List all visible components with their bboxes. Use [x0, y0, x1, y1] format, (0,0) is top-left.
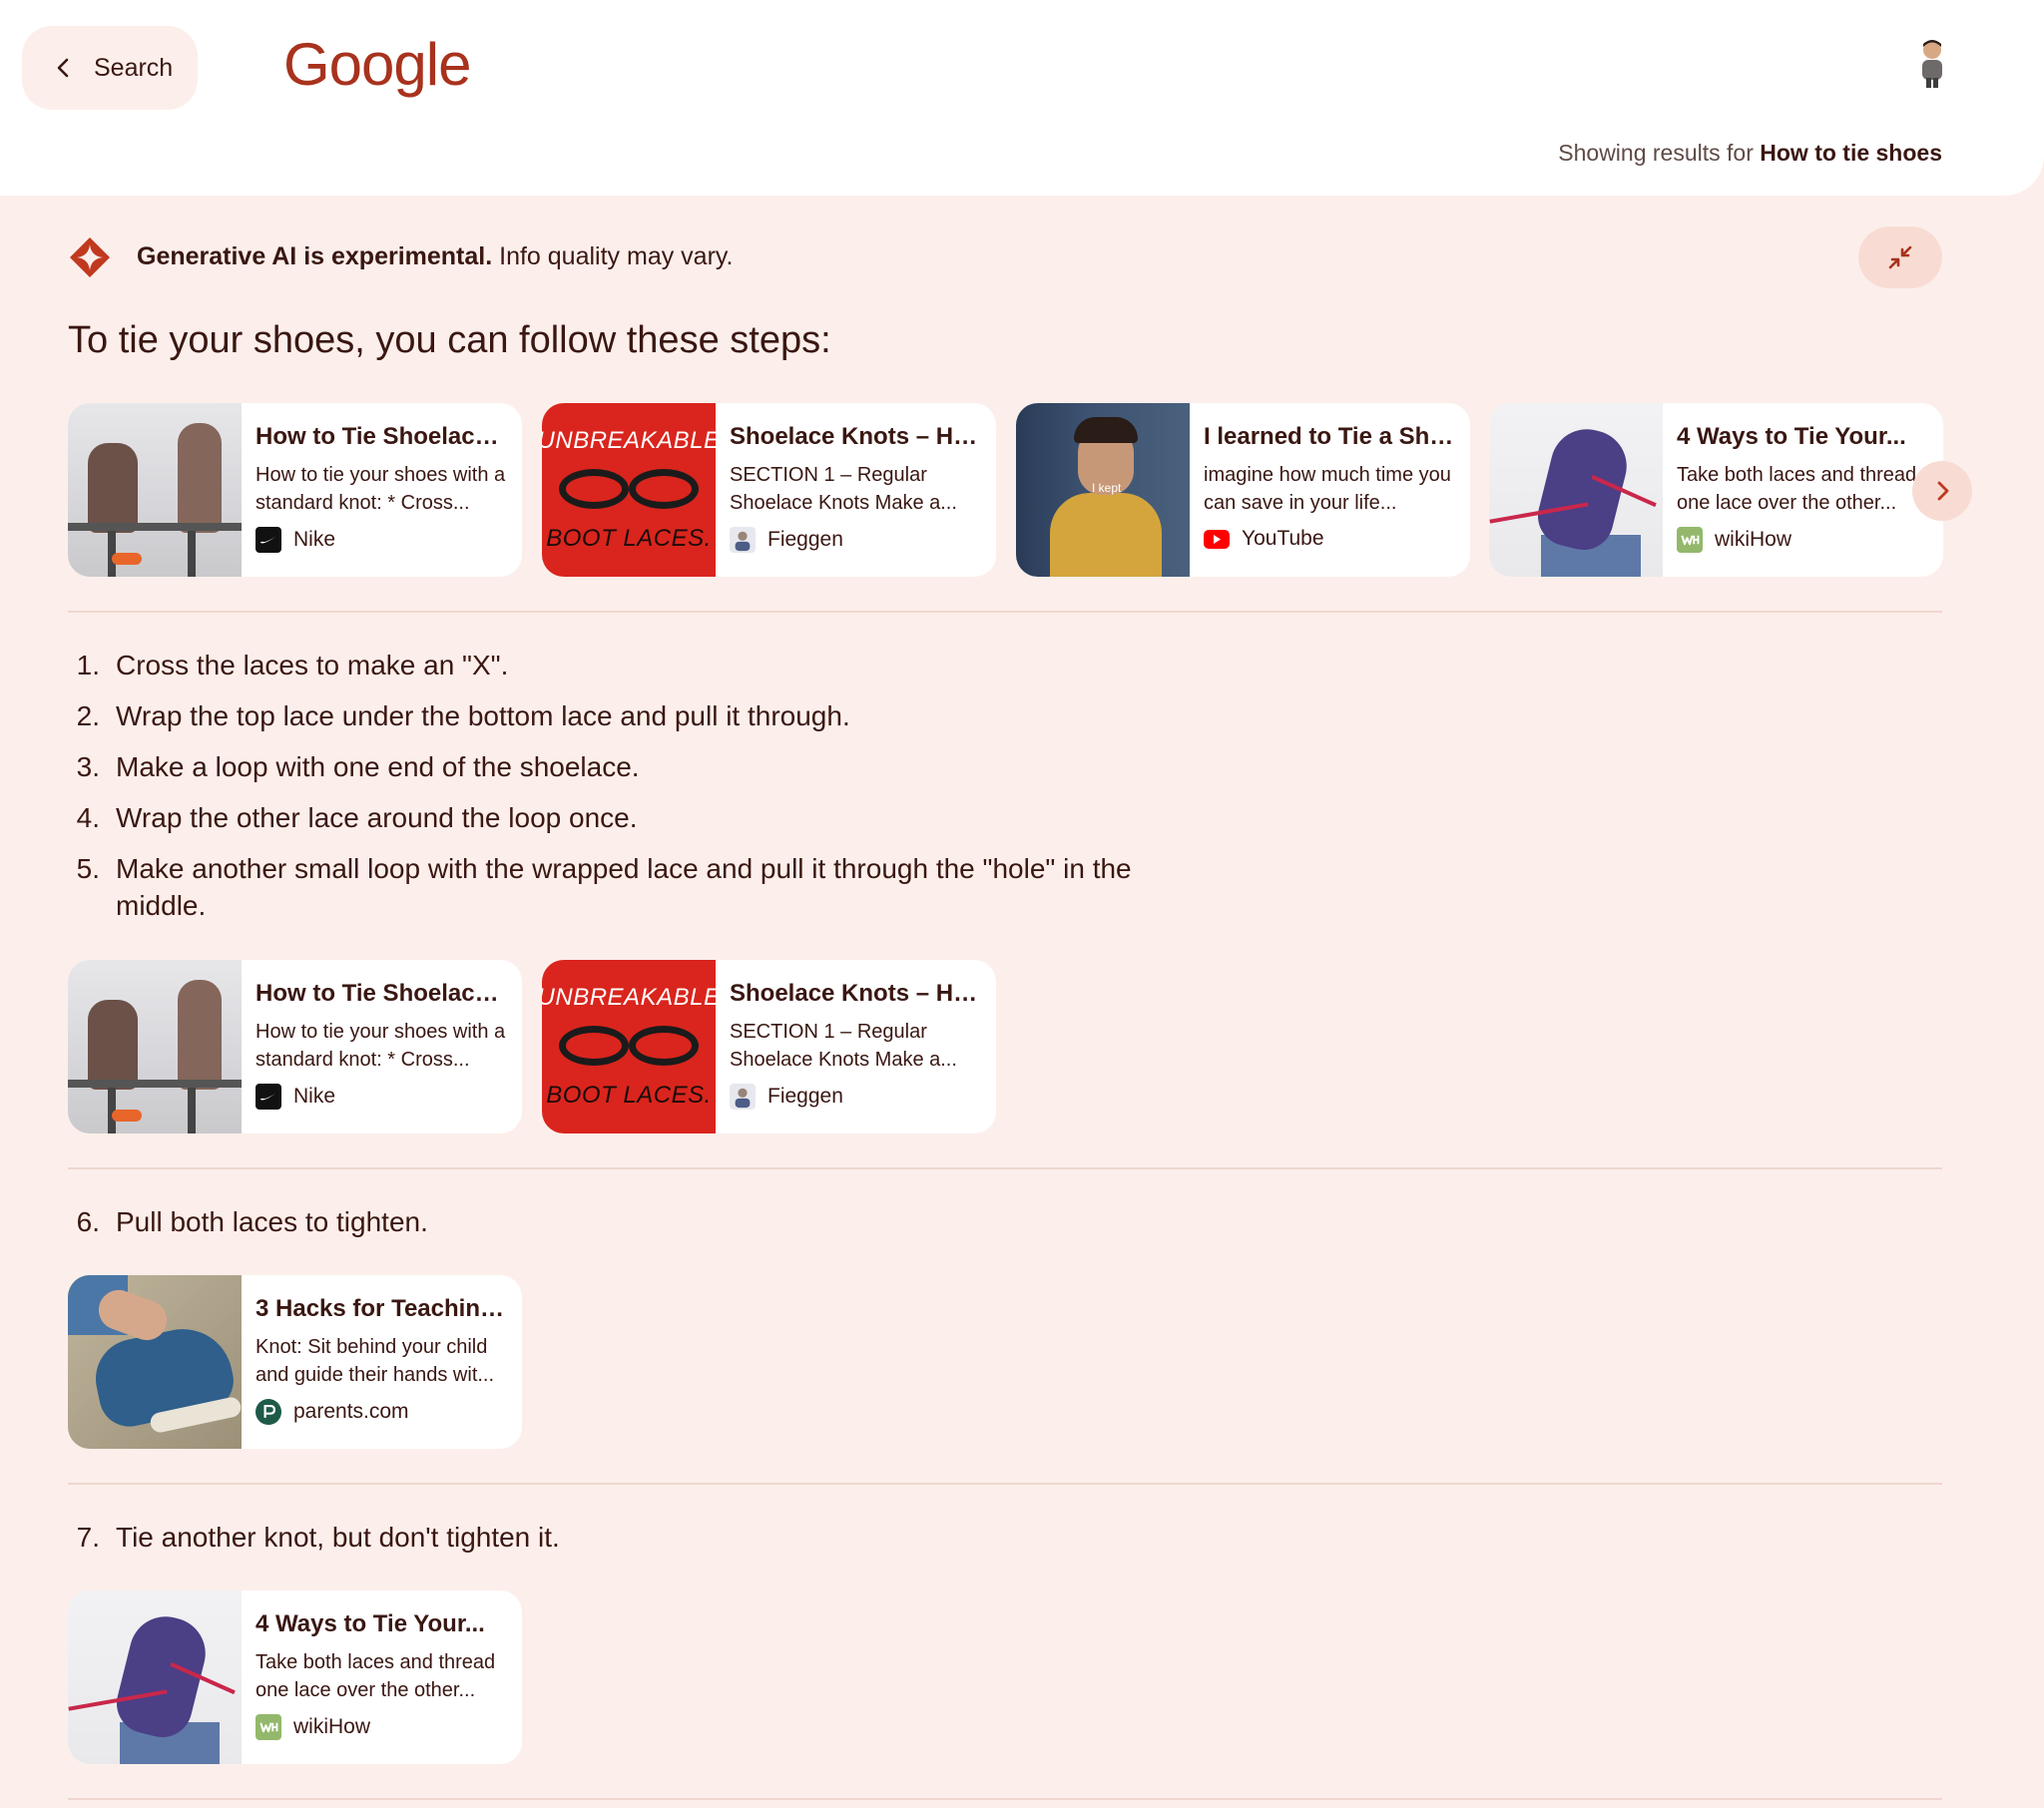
source-card-fieggen[interactable]: UNBREAKABLE BOOT LACES. Shoelace Knots –… [542, 403, 996, 577]
step-text: Tie another knot, but don't tighten it. [116, 1522, 560, 1553]
thumb-text-top: UNBREAKABLE [542, 427, 716, 454]
step-text: Pull both laces to tighten. [116, 1206, 428, 1237]
section-divider [68, 611, 1942, 613]
thumb-text-bottom: BOOT LACES. [546, 525, 712, 552]
youtube-thumbnail: I kept [1016, 403, 1190, 577]
card-source-name: Nike [293, 528, 336, 551]
card-source-name: Nike [293, 1085, 336, 1108]
back-to-search-button[interactable]: Search [22, 26, 198, 110]
steps-list: 6. Pull both laces to tighten. [68, 1203, 1146, 1254]
step-number: 2. [76, 700, 100, 731]
answer-headline: To tie your shoes, you can follow these … [68, 319, 831, 361]
collapse-button[interactable] [1858, 226, 1942, 288]
wikihow-icon [256, 1714, 281, 1740]
source-card-wikihow[interactable]: 4 Ways to Tie Your... Take both laces an… [1489, 403, 1943, 577]
step-item: 5. Make another small loop with the wrapp… [68, 850, 1146, 924]
card-snippet: How to tie your shoes with a standard kn… [256, 464, 506, 514]
card-title: 4 Ways to Tie Your... [1677, 423, 1906, 450]
video-caption: I kept [1092, 481, 1122, 495]
collapse-icon [1888, 245, 1912, 269]
wikihow-thumbnail [1489, 403, 1663, 577]
step-item: 4. Wrap the other lace around the loop on… [68, 799, 1146, 836]
parents-p-icon [256, 1399, 281, 1425]
fieggen-favicon-icon [730, 1084, 756, 1110]
card-source-name: parents.com [293, 1400, 409, 1423]
card-snippet: Take both laces and thread one lace over… [1677, 464, 1917, 514]
generative-ai-icon [70, 237, 110, 277]
back-label: Search [94, 53, 174, 82]
showing-results-text: Showing results for How to tie shoes [1558, 140, 1942, 167]
card-source-name: wikiHow [293, 1715, 371, 1738]
step-item: 2. Wrap the top lace under the bottom lac… [68, 697, 1146, 734]
step-item: 3. Make a loop with one end of the shoela… [68, 748, 1146, 785]
thumb-text-bottom: BOOT LACES. [546, 1082, 712, 1109]
boot-laces-thumbnail: UNBREAKABLE BOOT LACES. [542, 403, 716, 577]
fieggen-favicon-icon [730, 527, 756, 553]
step-number: 4. [76, 802, 100, 833]
step-number: 6. [76, 1206, 100, 1237]
card-title: I learned to Tie a Sho... [1204, 423, 1458, 450]
card-source-name: YouTube [1242, 527, 1324, 550]
section-divider [68, 1798, 1942, 1800]
chevron-right-icon [1937, 481, 1949, 501]
showing-query[interactable]: How to tie shoes [1760, 140, 1942, 166]
wikihow-icon [1677, 527, 1703, 553]
step-item: 7. Tie another knot, but don't tighten it… [68, 1519, 1146, 1556]
ai-disclaimer-bold: Generative AI is experimental. [137, 242, 493, 270]
card-source-name: wikiHow [1715, 528, 1792, 551]
card-snippet: Take both laces and thread one lace over… [256, 1651, 496, 1701]
step-text: Make a loop with one end of the shoelace… [116, 751, 640, 782]
top-bar: Search Google Showing results for How to… [0, 0, 2044, 196]
card-title: Shoelace Knots – Ho... [730, 980, 984, 1007]
ai-disclaimer: Generative AI is experimental. Info qual… [137, 242, 733, 271]
boot-laces-thumbnail: UNBREAKABLE BOOT LACES. [542, 960, 716, 1133]
youtube-icon [1204, 529, 1230, 549]
card-snippet: Knot: Sit behind your child and guide th… [256, 1336, 495, 1386]
step-number: 7. [76, 1522, 100, 1553]
source-card-fieggen[interactable]: UNBREAKABLE BOOT LACES. Shoelace Knots –… [542, 960, 996, 1133]
avatar[interactable] [1914, 38, 1950, 88]
step-number: 3. [76, 751, 100, 782]
step-number: 5. [76, 853, 100, 884]
card-snippet: SECTION 1 – Regular Shoelace Knots Make … [730, 464, 957, 514]
ai-disclaimer-rest: Info quality may vary. [492, 242, 734, 270]
parents-thumbnail [68, 1275, 242, 1449]
nike-thumbnail [68, 960, 242, 1133]
carousel-next-button[interactable] [1912, 461, 1972, 521]
card-snippet: SECTION 1 – Regular Shoelace Knots Make … [730, 1021, 957, 1071]
chevron-left-icon [57, 58, 69, 78]
source-card-nike[interactable]: How to Tie Shoelaces... How to tie your … [68, 403, 522, 577]
card-title: 3 Hacks for Teaching... [256, 1295, 510, 1322]
source-card-youtube[interactable]: I kept I learned to Tie a Sho... imagine… [1016, 403, 1470, 577]
card-source-name: Fieggen [767, 528, 843, 551]
step-text: Make another small loop with the wrapped… [116, 853, 1132, 921]
card-title: 4 Ways to Tie Your... [256, 1610, 485, 1637]
step-text: Wrap the other lace around the loop once… [116, 802, 638, 833]
wikihow-thumbnail [68, 1590, 242, 1764]
google-logo[interactable]: Google [283, 30, 471, 99]
step-text: Cross the laces to make an "X". [116, 650, 509, 680]
step-text: Wrap the top lace under the bottom lace … [116, 700, 850, 731]
thumb-text-top: UNBREAKABLE [542, 984, 716, 1011]
card-title: How to Tie Shoelaces... [256, 423, 510, 450]
card-title: How to Tie Shoelaces... [256, 980, 510, 1007]
source-card-parents[interactable]: 3 Hacks for Teaching... Knot: Sit behind… [68, 1275, 522, 1449]
step-item: 6. Pull both laces to tighten. [68, 1203, 1146, 1240]
steps-list: 1. Cross the laces to make an "X". 2. Wrap… [68, 647, 1146, 938]
source-card-nike[interactable]: How to Tie Shoelaces... How to tie your … [68, 960, 522, 1133]
card-snippet: imagine how much time you can save in yo… [1204, 464, 1451, 514]
nike-swoosh-icon [256, 1084, 281, 1110]
nike-thumbnail [68, 403, 242, 577]
step-item: 1. Cross the laces to make an "X". [68, 647, 1146, 683]
card-source-name: Fieggen [767, 1085, 843, 1108]
card-title: Shoelace Knots – Ho... [730, 423, 984, 450]
nike-swoosh-icon [256, 527, 281, 553]
showing-prefix: Showing results for [1558, 140, 1754, 166]
steps-list: 7. Tie another knot, but don't tighten it… [68, 1519, 1146, 1570]
source-card-wikihow[interactable]: 4 Ways to Tie Your... Take both laces an… [68, 1590, 522, 1764]
section-divider [68, 1167, 1942, 1169]
step-number: 1. [76, 650, 100, 680]
card-snippet: How to tie your shoes with a standard kn… [256, 1021, 506, 1071]
section-divider [68, 1483, 1942, 1485]
